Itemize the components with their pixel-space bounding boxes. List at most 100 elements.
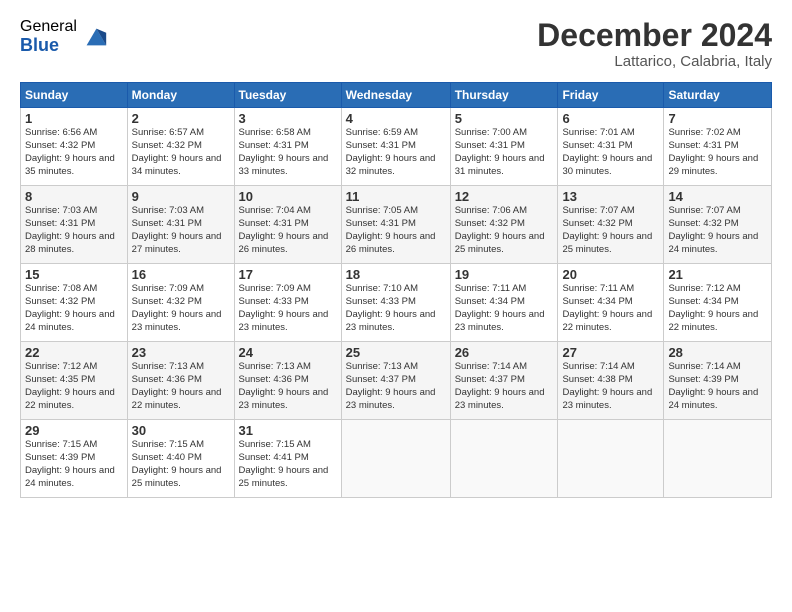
table-row: 11 Sunrise: 7:05 AM Sunset: 4:31 PM Dayl… bbox=[341, 186, 450, 264]
page: General Blue December 2024 Lattarico, Ca… bbox=[0, 0, 792, 508]
table-row: 23 Sunrise: 7:13 AM Sunset: 4:36 PM Dayl… bbox=[127, 342, 234, 420]
day-number: 9 bbox=[132, 189, 230, 204]
table-row: 19 Sunrise: 7:11 AM Sunset: 4:34 PM Dayl… bbox=[450, 264, 558, 342]
day-number: 26 bbox=[455, 345, 554, 360]
table-row: 29 Sunrise: 7:15 AM Sunset: 4:39 PM Dayl… bbox=[21, 420, 128, 498]
day-number: 12 bbox=[455, 189, 554, 204]
table-row: 14 Sunrise: 7:07 AM Sunset: 4:32 PM Dayl… bbox=[664, 186, 772, 264]
day-info: Sunrise: 7:00 AM Sunset: 4:31 PM Dayligh… bbox=[455, 127, 554, 178]
day-number: 31 bbox=[239, 423, 337, 438]
table-row: 4 Sunrise: 6:59 AM Sunset: 4:31 PM Dayli… bbox=[341, 108, 450, 186]
day-info: Sunrise: 7:07 AM Sunset: 4:32 PM Dayligh… bbox=[562, 205, 659, 256]
table-row: 28 Sunrise: 7:14 AM Sunset: 4:39 PM Dayl… bbox=[664, 342, 772, 420]
table-row: 20 Sunrise: 7:11 AM Sunset: 4:34 PM Dayl… bbox=[558, 264, 664, 342]
table-row: 17 Sunrise: 7:09 AM Sunset: 4:33 PM Dayl… bbox=[234, 264, 341, 342]
day-info: Sunrise: 6:57 AM Sunset: 4:32 PM Dayligh… bbox=[132, 127, 230, 178]
day-info: Sunrise: 7:15 AM Sunset: 4:41 PM Dayligh… bbox=[239, 439, 337, 490]
logo-general: General bbox=[20, 18, 77, 36]
day-number: 15 bbox=[25, 267, 123, 282]
table-row: 16 Sunrise: 7:09 AM Sunset: 4:32 PM Dayl… bbox=[127, 264, 234, 342]
table-row: 2 Sunrise: 6:57 AM Sunset: 4:32 PM Dayli… bbox=[127, 108, 234, 186]
header-thursday: Thursday bbox=[450, 83, 558, 108]
calendar-week-row: 1 Sunrise: 6:56 AM Sunset: 4:32 PM Dayli… bbox=[21, 108, 772, 186]
table-row: 15 Sunrise: 7:08 AM Sunset: 4:32 PM Dayl… bbox=[21, 264, 128, 342]
table-row: 24 Sunrise: 7:13 AM Sunset: 4:36 PM Dayl… bbox=[234, 342, 341, 420]
day-info: Sunrise: 7:13 AM Sunset: 4:36 PM Dayligh… bbox=[239, 361, 337, 412]
table-row: 5 Sunrise: 7:00 AM Sunset: 4:31 PM Dayli… bbox=[450, 108, 558, 186]
table-row: 22 Sunrise: 7:12 AM Sunset: 4:35 PM Dayl… bbox=[21, 342, 128, 420]
day-number: 14 bbox=[668, 189, 767, 204]
day-number: 6 bbox=[562, 111, 659, 126]
logo-text: General Blue bbox=[20, 18, 77, 55]
table-row: 25 Sunrise: 7:13 AM Sunset: 4:37 PM Dayl… bbox=[341, 342, 450, 420]
day-info: Sunrise: 6:59 AM Sunset: 4:31 PM Dayligh… bbox=[346, 127, 446, 178]
table-row: 27 Sunrise: 7:14 AM Sunset: 4:38 PM Dayl… bbox=[558, 342, 664, 420]
calendar-week-row: 8 Sunrise: 7:03 AM Sunset: 4:31 PM Dayli… bbox=[21, 186, 772, 264]
header-tuesday: Tuesday bbox=[234, 83, 341, 108]
day-number: 21 bbox=[668, 267, 767, 282]
day-info: Sunrise: 7:11 AM Sunset: 4:34 PM Dayligh… bbox=[455, 283, 554, 334]
day-number: 19 bbox=[455, 267, 554, 282]
table-row: 18 Sunrise: 7:10 AM Sunset: 4:33 PM Dayl… bbox=[341, 264, 450, 342]
logo-blue: Blue bbox=[20, 36, 77, 56]
day-number: 4 bbox=[346, 111, 446, 126]
table-row: 12 Sunrise: 7:06 AM Sunset: 4:32 PM Dayl… bbox=[450, 186, 558, 264]
calendar-table: Sunday Monday Tuesday Wednesday Thursday… bbox=[20, 82, 772, 498]
table-row: 26 Sunrise: 7:14 AM Sunset: 4:37 PM Dayl… bbox=[450, 342, 558, 420]
day-info: Sunrise: 7:01 AM Sunset: 4:31 PM Dayligh… bbox=[562, 127, 659, 178]
day-number: 24 bbox=[239, 345, 337, 360]
day-info: Sunrise: 7:03 AM Sunset: 4:31 PM Dayligh… bbox=[25, 205, 123, 256]
month-title: December 2024 bbox=[537, 18, 772, 53]
day-number: 27 bbox=[562, 345, 659, 360]
table-row bbox=[558, 420, 664, 498]
table-row: 10 Sunrise: 7:04 AM Sunset: 4:31 PM Dayl… bbox=[234, 186, 341, 264]
header-monday: Monday bbox=[127, 83, 234, 108]
day-info: Sunrise: 7:15 AM Sunset: 4:39 PM Dayligh… bbox=[25, 439, 123, 490]
calendar-week-row: 15 Sunrise: 7:08 AM Sunset: 4:32 PM Dayl… bbox=[21, 264, 772, 342]
calendar-header-row: Sunday Monday Tuesday Wednesday Thursday… bbox=[21, 83, 772, 108]
day-number: 25 bbox=[346, 345, 446, 360]
day-number: 10 bbox=[239, 189, 337, 204]
day-number: 20 bbox=[562, 267, 659, 282]
table-row: 8 Sunrise: 7:03 AM Sunset: 4:31 PM Dayli… bbox=[21, 186, 128, 264]
header: General Blue December 2024 Lattarico, Ca… bbox=[20, 18, 772, 70]
day-number: 3 bbox=[239, 111, 337, 126]
table-row: 30 Sunrise: 7:15 AM Sunset: 4:40 PM Dayl… bbox=[127, 420, 234, 498]
calendar-week-row: 29 Sunrise: 7:15 AM Sunset: 4:39 PM Dayl… bbox=[21, 420, 772, 498]
day-info: Sunrise: 7:15 AM Sunset: 4:40 PM Dayligh… bbox=[132, 439, 230, 490]
table-row bbox=[664, 420, 772, 498]
day-number: 18 bbox=[346, 267, 446, 282]
table-row: 21 Sunrise: 7:12 AM Sunset: 4:34 PM Dayl… bbox=[664, 264, 772, 342]
day-info: Sunrise: 6:56 AM Sunset: 4:32 PM Dayligh… bbox=[25, 127, 123, 178]
logo-icon bbox=[81, 23, 109, 51]
day-info: Sunrise: 7:11 AM Sunset: 4:34 PM Dayligh… bbox=[562, 283, 659, 334]
day-info: Sunrise: 7:03 AM Sunset: 4:31 PM Dayligh… bbox=[132, 205, 230, 256]
day-number: 1 bbox=[25, 111, 123, 126]
day-info: Sunrise: 7:04 AM Sunset: 4:31 PM Dayligh… bbox=[239, 205, 337, 256]
day-info: Sunrise: 7:09 AM Sunset: 4:32 PM Dayligh… bbox=[132, 283, 230, 334]
day-number: 23 bbox=[132, 345, 230, 360]
day-info: Sunrise: 7:06 AM Sunset: 4:32 PM Dayligh… bbox=[455, 205, 554, 256]
day-number: 30 bbox=[132, 423, 230, 438]
day-info: Sunrise: 7:05 AM Sunset: 4:31 PM Dayligh… bbox=[346, 205, 446, 256]
table-row bbox=[450, 420, 558, 498]
table-row: 1 Sunrise: 6:56 AM Sunset: 4:32 PM Dayli… bbox=[21, 108, 128, 186]
day-info: Sunrise: 7:12 AM Sunset: 4:35 PM Dayligh… bbox=[25, 361, 123, 412]
day-info: Sunrise: 7:02 AM Sunset: 4:31 PM Dayligh… bbox=[668, 127, 767, 178]
day-number: 29 bbox=[25, 423, 123, 438]
day-number: 7 bbox=[668, 111, 767, 126]
calendar-week-row: 22 Sunrise: 7:12 AM Sunset: 4:35 PM Dayl… bbox=[21, 342, 772, 420]
table-row: 6 Sunrise: 7:01 AM Sunset: 4:31 PM Dayli… bbox=[558, 108, 664, 186]
day-info: Sunrise: 7:13 AM Sunset: 4:37 PM Dayligh… bbox=[346, 361, 446, 412]
header-friday: Friday bbox=[558, 83, 664, 108]
day-info: Sunrise: 7:14 AM Sunset: 4:39 PM Dayligh… bbox=[668, 361, 767, 412]
table-row: 7 Sunrise: 7:02 AM Sunset: 4:31 PM Dayli… bbox=[664, 108, 772, 186]
table-row: 31 Sunrise: 7:15 AM Sunset: 4:41 PM Dayl… bbox=[234, 420, 341, 498]
table-row: 3 Sunrise: 6:58 AM Sunset: 4:31 PM Dayli… bbox=[234, 108, 341, 186]
day-info: Sunrise: 7:13 AM Sunset: 4:36 PM Dayligh… bbox=[132, 361, 230, 412]
header-saturday: Saturday bbox=[664, 83, 772, 108]
day-number: 28 bbox=[668, 345, 767, 360]
day-number: 2 bbox=[132, 111, 230, 126]
day-number: 13 bbox=[562, 189, 659, 204]
header-wednesday: Wednesday bbox=[341, 83, 450, 108]
